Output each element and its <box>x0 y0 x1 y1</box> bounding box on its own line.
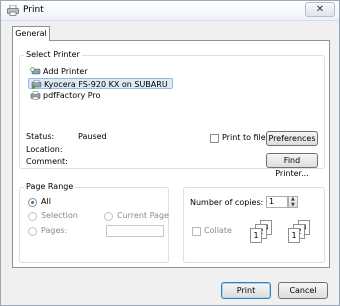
printer-name: Kyocera FS-920 KX on SUBARU <box>44 80 168 89</box>
copies-input[interactable]: 1 <box>266 196 288 208</box>
collate-stack-2: 3 2 1 <box>288 220 310 243</box>
printer-name: pdfFactory Pro <box>43 91 101 100</box>
pages-label: Pages: <box>41 226 68 235</box>
network-printer-icon <box>31 80 42 89</box>
pages-radio[interactable] <box>28 227 37 236</box>
printer-item-pdffactory[interactable]: pdfFactory Pro <box>30 90 100 101</box>
printer-icon <box>30 91 41 100</box>
printer-name: Add Printer <box>43 67 88 76</box>
current-page-label: Current Page <box>117 211 169 220</box>
spin-down-icon: ▼ <box>291 202 295 208</box>
location-label: Location: <box>26 145 63 154</box>
general-tab-panel: Select Printer Add Printer Kyocera FS-92… <box>12 40 330 268</box>
current-page-radio[interactable] <box>104 212 113 221</box>
preferences-button[interactable]: Preferences <box>266 131 318 146</box>
all-label: All <box>41 197 51 206</box>
print-button[interactable]: Print <box>221 282 271 299</box>
select-printer-group: Select Printer Add Printer Kyocera FS-92… <box>19 50 325 178</box>
collate-checkbox[interactable] <box>192 227 201 236</box>
status-label: Status: <box>26 132 55 141</box>
selection-label: Selection <box>41 211 78 220</box>
print-to-file-label: Print to file <box>222 133 266 142</box>
status-value: Paused <box>78 132 107 141</box>
printer-item-kyocera[interactable]: Kyocera FS-920 KX on SUBARU <box>28 78 173 89</box>
window-title: Print <box>23 5 44 15</box>
printer-item-add-printer[interactable]: Add Printer <box>30 66 88 77</box>
copies-group: Number of copies: 1 ▲ ▼ Collate 3 2 1 3 … <box>183 187 325 263</box>
page-range-label: Page Range <box>24 182 76 191</box>
close-button[interactable]: ✕ <box>305 2 335 17</box>
print-dialog: Print ✕ General Select Printer Add Print… <box>0 0 340 306</box>
title-bar: Print ✕ <box>1 1 339 21</box>
pages-input[interactable] <box>106 225 164 237</box>
select-printer-label: Select Printer <box>24 50 82 59</box>
copies-spinner[interactable]: ▲ ▼ <box>288 196 298 208</box>
close-icon: ✕ <box>315 4 325 15</box>
printer-list[interactable]: Add Printer Kyocera FS-920 KX on SUBARU <box>28 66 320 126</box>
add-printer-icon <box>30 67 41 75</box>
page-range-group: Page Range All Selection Current Page Pa… <box>19 182 169 263</box>
collate-page: 1 <box>250 228 262 243</box>
collate-label: Collate <box>204 226 232 235</box>
print-to-file-checkbox[interactable] <box>210 134 219 143</box>
all-radio[interactable] <box>28 198 37 207</box>
tab-general[interactable]: General <box>12 26 50 41</box>
number-of-copies-label: Number of copies: <box>190 198 264 207</box>
find-printer-button[interactable]: Find Printer... <box>266 153 318 178</box>
collate-stack-1: 3 2 1 <box>250 220 272 243</box>
printer-app-icon <box>7 5 19 16</box>
collate-page: 1 <box>288 228 300 243</box>
cancel-button[interactable]: Cancel <box>278 282 328 299</box>
comment-label: Comment: <box>26 157 68 166</box>
selection-radio[interactable] <box>28 212 37 221</box>
